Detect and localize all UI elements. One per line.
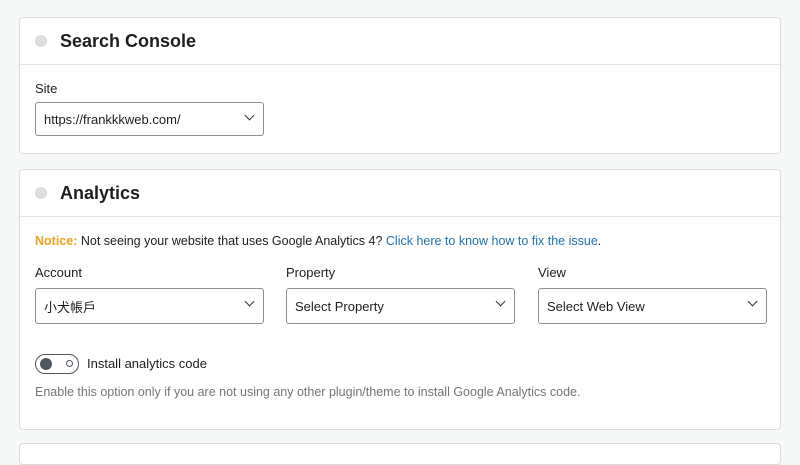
account-value: 小犬帳戶 — [44, 299, 97, 315]
view-value: Select Web View — [547, 298, 645, 314]
search-console-card: Search Console Site https://frankkkweb.c… — [19, 17, 781, 154]
property-label: Property — [286, 265, 336, 280]
section-title: Analytics — [60, 182, 141, 203]
notice-end: . — [597, 234, 602, 248]
install-analytics-toggle[interactable] — [35, 354, 79, 374]
chevron-down-icon — [244, 296, 255, 307]
toggle-knob — [40, 358, 52, 370]
chevron-down-icon — [244, 110, 255, 121]
view-select[interactable]: Select Web View — [538, 288, 767, 324]
site-value: https://frankkkweb.com/ — [44, 111, 181, 127]
account-label: Account — [35, 265, 82, 280]
view-label: View — [538, 265, 566, 280]
section-title: Search Console — [60, 30, 197, 51]
toggle-off-icon — [66, 360, 73, 367]
property-select[interactable]: Select Property — [286, 288, 515, 324]
chevron-down-icon — [495, 296, 506, 307]
status-dot-icon — [35, 35, 47, 47]
notice-label: Notice: — [35, 234, 78, 248]
help-text: Enable this option only if you are not u… — [35, 385, 581, 399]
toggle-label: Install analytics code — [87, 356, 207, 371]
fix-issue-link[interactable]: Click here to know how to fix the issue — [386, 234, 598, 248]
analytics-card: Analytics Notice: Not seeing your websit… — [19, 169, 781, 430]
account-select[interactable]: 小犬帳戶 — [35, 288, 264, 324]
status-dot-icon — [35, 187, 47, 199]
notice: Notice: Not seeing your website that use… — [35, 234, 601, 248]
site-label: Site — [35, 81, 58, 96]
site-select[interactable]: https://frankkkweb.com/ — [35, 102, 264, 136]
chevron-down-icon — [747, 296, 758, 307]
property-value: Select Property — [295, 298, 384, 314]
notice-text: Not seeing your website that uses Google… — [77, 234, 386, 248]
next-card — [19, 443, 781, 465]
